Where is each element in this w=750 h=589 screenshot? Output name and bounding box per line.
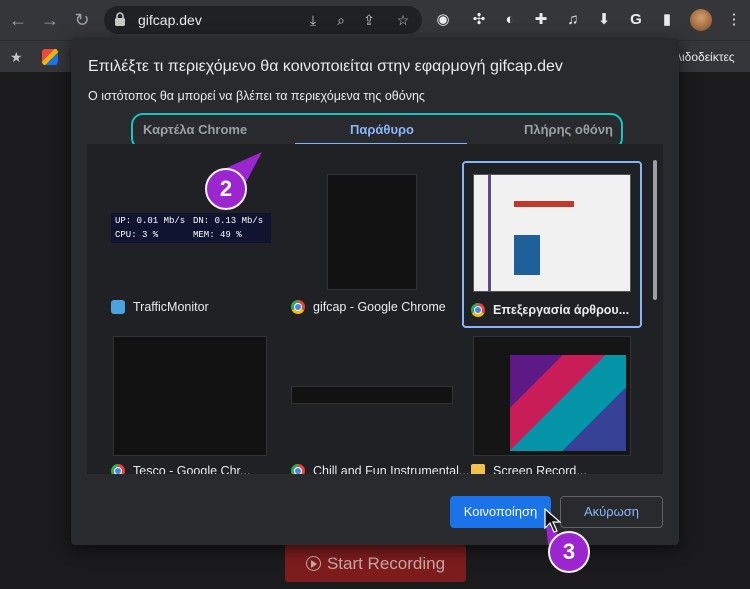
callout-2: 2 [205, 168, 247, 210]
callout-pointers [226, 152, 563, 545]
callout-3: 3 [548, 531, 590, 573]
cursor-icon [544, 508, 562, 533]
